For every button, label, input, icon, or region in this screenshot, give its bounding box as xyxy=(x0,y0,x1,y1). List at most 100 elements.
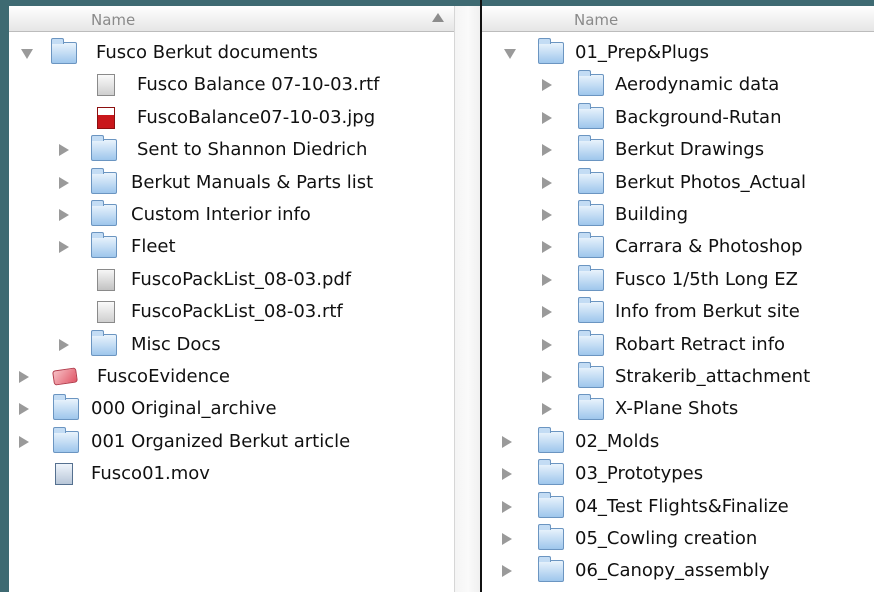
file-list-row[interactable]: Fleet xyxy=(9,232,454,264)
folder-icon xyxy=(91,135,117,162)
disclosure-triangle-closed-icon[interactable] xyxy=(19,435,29,448)
file-name-label: 01_Prep&Plugs xyxy=(575,42,710,63)
disclosure-triangle-closed-icon[interactable] xyxy=(502,468,512,481)
folder-icon xyxy=(538,556,564,583)
disclosure-triangle-closed-icon[interactable] xyxy=(542,144,552,157)
file-name-label: 05_Cowling creation xyxy=(575,528,758,549)
folder-icon xyxy=(578,394,604,421)
movie-file-icon xyxy=(55,463,73,486)
file-name-label: Misc Docs xyxy=(131,333,221,355)
disclosure-triangle-closed-icon[interactable] xyxy=(59,241,69,254)
disclosure-triangle-closed-icon[interactable] xyxy=(502,565,512,578)
file-list-row[interactable]: Berkut Photos_Actual xyxy=(482,167,874,200)
folder-icon xyxy=(578,329,604,356)
disclosure-triangle-closed-icon[interactable] xyxy=(59,144,69,157)
file-list-row[interactable]: Misc Docs xyxy=(9,329,454,362)
rtf-document-icon xyxy=(97,74,115,97)
disclosure-triangle-closed-icon[interactable] xyxy=(19,403,29,416)
file-list-row[interactable]: Robart Retract info xyxy=(482,329,874,362)
file-name-label: 000 Original_archive xyxy=(91,398,277,420)
file-name-label: FuscoPackList_08-03.pdf xyxy=(131,268,352,290)
disclosure-triangle-closed-icon[interactable] xyxy=(542,111,552,124)
disclosure-triangle-closed-icon[interactable] xyxy=(59,209,69,221)
file-list-row[interactable]: Sent to Shannon Diedrich xyxy=(9,135,454,167)
file-list-row[interactable]: Background-Rutan xyxy=(482,102,874,135)
file-name-label: Info from Berkut site xyxy=(615,301,800,323)
file-name-label: FuscoBalance07-10-03.jpg xyxy=(137,106,376,128)
left-pane-scrollbar[interactable] xyxy=(454,6,481,592)
disclosure-triangle-open-icon[interactable] xyxy=(504,49,516,59)
file-name-label: Building xyxy=(615,204,689,225)
disclosure-triangle-closed-icon[interactable] xyxy=(542,403,552,416)
file-list-row[interactable]: 000 Original_archive xyxy=(9,394,454,426)
disclosure-triangle-closed-icon[interactable] xyxy=(19,371,29,383)
folder-icon xyxy=(578,102,604,129)
file-list-row[interactable]: FuscoBalance07-10-03.jpg xyxy=(9,103,454,135)
disclosure-triangle-closed-icon[interactable] xyxy=(502,533,512,545)
folder-icon xyxy=(578,200,604,226)
disclosure-triangle-closed-icon[interactable] xyxy=(542,338,552,351)
file-list-row[interactable]: Fusco Berkut documents xyxy=(9,38,454,70)
folder-icon xyxy=(578,167,604,194)
file-name-label: Fusco01.mov xyxy=(91,463,210,485)
disclosure-triangle-closed-icon[interactable] xyxy=(542,241,552,254)
folder-icon xyxy=(53,426,79,453)
pdf-document-icon xyxy=(97,268,115,291)
folder-icon xyxy=(538,524,564,550)
file-list-row[interactable]: X-Plane Shots xyxy=(482,394,874,426)
disclosure-triangle-closed-icon[interactable] xyxy=(502,500,512,513)
disclosure-triangle-closed-icon[interactable] xyxy=(502,435,512,448)
file-list-row[interactable]: Custom Interior info xyxy=(9,200,454,232)
file-list-row[interactable]: Info from Berkut site xyxy=(482,297,874,329)
folder-icon xyxy=(578,264,604,291)
file-list-row[interactable]: Building xyxy=(482,200,874,232)
disclosure-triangle-closed-icon[interactable] xyxy=(542,371,552,383)
file-name-label: Carrara & Photoshop xyxy=(615,236,803,258)
file-list-row[interactable]: FuscoPackList_08-03.rtf xyxy=(9,297,454,329)
disclosure-triangle-closed-icon[interactable] xyxy=(542,306,552,319)
file-list-row[interactable]: Fusco Balance 07-10-03.rtf xyxy=(9,70,454,102)
file-list-row[interactable]: Fusco01.mov xyxy=(9,459,454,491)
file-list-row[interactable]: Carrara & Photoshop xyxy=(482,232,874,264)
file-list-row[interactable]: FuscoEvidence xyxy=(9,362,454,394)
disclosure-triangle-closed-icon[interactable] xyxy=(542,79,552,92)
name-column-header[interactable]: Name xyxy=(9,6,454,32)
location-file-icon xyxy=(52,367,78,386)
disclosure-triangle-closed-icon[interactable] xyxy=(59,176,69,189)
file-list-row[interactable]: Berkut Manuals & Parts list xyxy=(9,167,454,200)
file-name-label: 001 Organized Berkut article xyxy=(91,430,351,452)
disclosure-triangle-closed-icon[interactable] xyxy=(542,273,552,286)
file-name-label: 02_Molds xyxy=(575,430,660,452)
name-column-header[interactable]: Name xyxy=(482,6,874,32)
file-list-row[interactable]: 001 Organized Berkut article xyxy=(9,426,454,459)
file-name-label: Strakerib_attachment xyxy=(615,366,811,387)
folder-icon xyxy=(91,200,117,226)
file-name-label: 06_Canopy_assembly xyxy=(575,560,770,582)
file-list-row[interactable]: 05_Cowling creation xyxy=(482,524,874,556)
file-list-row[interactable]: Aerodynamic data xyxy=(482,70,874,102)
disclosure-triangle-closed-icon[interactable] xyxy=(542,176,552,189)
folder-icon xyxy=(91,329,117,356)
disclosure-triangle-closed-icon[interactable] xyxy=(542,209,552,221)
disclosure-triangle-closed-icon[interactable] xyxy=(59,338,69,351)
file-list-row[interactable]: 01_Prep&Plugs xyxy=(482,38,874,70)
file-name-label: Berkut Photos_Actual xyxy=(615,171,806,193)
file-list-row[interactable]: 04_Test Flights&Finalize xyxy=(482,491,874,524)
file-list-row[interactable]: 06_Canopy_assembly xyxy=(482,556,874,588)
folder-icon xyxy=(91,232,117,259)
file-list-row[interactable]: Strakerib_attachment xyxy=(482,362,874,394)
left-finder-pane: Name Fusco Berkut documents Fusco Balance… xyxy=(9,6,454,592)
disclosure-triangle-open-icon[interactable] xyxy=(21,49,33,59)
rtf-document-icon xyxy=(97,301,115,324)
folder-icon xyxy=(91,167,117,194)
file-list-row[interactable]: Berkut Drawings xyxy=(482,135,874,167)
file-name-label: Aerodynamic data xyxy=(615,74,780,96)
file-list-row[interactable]: FuscoPackList_08-03.pdf xyxy=(9,265,454,297)
sort-ascending-icon[interactable] xyxy=(432,13,444,22)
folder-icon xyxy=(538,426,564,453)
file-list-row[interactable]: 03_Prototypes xyxy=(482,459,874,491)
file-list-row[interactable]: Fusco 1/5th Long EZ xyxy=(482,264,874,297)
folder-icon xyxy=(578,297,604,324)
file-name-label: 04_Test Flights&Finalize xyxy=(575,495,789,517)
file-list-row[interactable]: 02_Molds xyxy=(482,426,874,459)
